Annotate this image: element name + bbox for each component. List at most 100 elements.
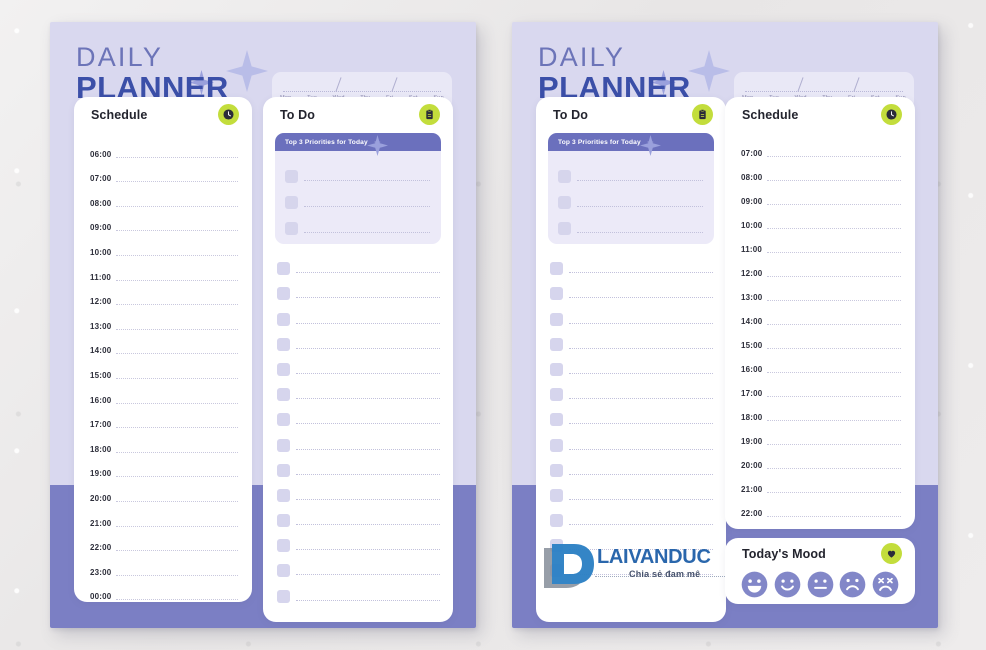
checkbox[interactable] <box>550 337 563 351</box>
schedule-row[interactable]: 16:00 <box>90 381 238 406</box>
schedule-write-line[interactable] <box>116 500 238 502</box>
schedule-write-line[interactable] <box>116 156 238 158</box>
schedule-write-line[interactable] <box>116 328 238 330</box>
schedule-row[interactable]: 07:00 <box>741 135 901 159</box>
schedule-write-line[interactable] <box>116 279 238 281</box>
checkbox[interactable] <box>277 438 290 452</box>
todo-item-row[interactable] <box>277 376 440 402</box>
schedule-row[interactable]: 14:00 <box>90 332 238 357</box>
write-line[interactable] <box>569 498 713 500</box>
schedule-write-line[interactable] <box>116 550 238 552</box>
todo-item-row[interactable] <box>550 502 713 528</box>
schedule-write-line[interactable] <box>767 420 901 421</box>
schedule-row[interactable]: 07:00 <box>90 160 238 185</box>
priority-row[interactable] <box>285 183 430 209</box>
schedule-write-line[interactable] <box>767 324 901 325</box>
todo-item-row[interactable] <box>277 452 440 477</box>
checkbox[interactable] <box>277 514 290 528</box>
write-line[interactable] <box>296 448 440 450</box>
todo-item-row[interactable] <box>550 275 713 301</box>
schedule-row[interactable]: 13:00 <box>741 279 901 303</box>
checkbox[interactable] <box>277 539 290 553</box>
schedule-row[interactable]: 14:00 <box>741 303 901 327</box>
write-line[interactable] <box>577 232 703 233</box>
schedule-write-line[interactable] <box>116 254 238 256</box>
schedule-write-line[interactable] <box>767 276 901 277</box>
schedule-row[interactable]: 09:00 <box>741 183 901 207</box>
todo-item-row[interactable] <box>277 426 440 452</box>
schedule-row[interactable]: 18:00 <box>741 399 901 423</box>
checkbox[interactable] <box>550 262 563 276</box>
schedule-row[interactable]: 12:00 <box>90 283 238 308</box>
clipboard-icon-badge[interactable] <box>692 104 713 125</box>
schedule-row[interactable]: 00:00 <box>90 578 238 602</box>
write-line[interactable] <box>569 423 713 425</box>
schedule-row[interactable]: 22:00 <box>741 495 901 519</box>
checkbox[interactable] <box>550 388 563 402</box>
checkbox[interactable] <box>550 488 563 502</box>
schedule-row[interactable]: 13:00 <box>90 307 238 332</box>
todo-item-row[interactable] <box>277 477 440 502</box>
schedule-row[interactable]: 20:00 <box>741 447 901 471</box>
schedule-write-line[interactable] <box>767 348 901 349</box>
schedule-row[interactable]: 17:00 <box>90 406 238 431</box>
schedule-write-line[interactable] <box>767 180 901 181</box>
write-line[interactable] <box>296 549 440 551</box>
schedule-row[interactable]: 18:00 <box>90 430 238 455</box>
checkbox[interactable] <box>277 312 290 326</box>
checkbox[interactable] <box>558 170 571 183</box>
mood-selector[interactable] <box>725 571 915 598</box>
write-line[interactable] <box>569 372 713 374</box>
todo-item-row[interactable] <box>550 300 713 326</box>
neutral-face-icon[interactable] <box>807 571 834 598</box>
schedule-row[interactable]: 15:00 <box>741 327 901 351</box>
write-line[interactable] <box>296 524 440 526</box>
schedule-write-line[interactable] <box>116 574 238 576</box>
todo-item-row[interactable] <box>277 577 440 603</box>
priority-row[interactable] <box>285 209 430 235</box>
checkbox[interactable] <box>277 488 290 502</box>
schedule-write-line[interactable] <box>767 468 901 469</box>
heart-icon-badge[interactable] <box>881 543 902 564</box>
checkbox[interactable] <box>277 262 290 276</box>
schedule-row[interactable]: 19:00 <box>741 423 901 447</box>
priority-row[interactable] <box>558 183 703 209</box>
schedule-write-line[interactable] <box>116 304 238 306</box>
write-line[interactable] <box>296 297 440 299</box>
schedule-row[interactable]: 11:00 <box>90 258 238 283</box>
schedule-row[interactable]: 19:00 <box>90 455 238 480</box>
schedule-write-line[interactable] <box>116 353 238 355</box>
clock-icon-badge[interactable] <box>881 104 902 125</box>
write-line[interactable] <box>296 347 440 349</box>
checkbox[interactable] <box>558 222 571 235</box>
schedule-row[interactable]: 21:00 <box>741 471 901 495</box>
checkbox[interactable] <box>277 564 290 578</box>
todo-item-row[interactable] <box>277 275 440 301</box>
checkbox[interactable] <box>558 196 571 209</box>
priority-row[interactable] <box>558 157 703 183</box>
write-line[interactable] <box>569 297 713 299</box>
schedule-write-line[interactable] <box>767 300 901 301</box>
todo-item-row[interactable] <box>550 452 713 477</box>
checkbox[interactable] <box>550 463 563 477</box>
schedule-row[interactable]: 06:00 <box>90 135 238 160</box>
todo-item-row[interactable] <box>277 552 440 578</box>
write-line[interactable] <box>304 206 430 207</box>
write-line[interactable] <box>577 180 703 181</box>
checkbox[interactable] <box>550 362 563 376</box>
schedule-write-line[interactable] <box>116 476 238 478</box>
checkbox[interactable] <box>550 438 563 452</box>
write-line[interactable] <box>569 473 713 475</box>
schedule-write-line[interactable] <box>116 181 238 183</box>
checkbox[interactable] <box>550 413 563 427</box>
sad-face-icon[interactable] <box>839 571 866 598</box>
schedule-write-line[interactable] <box>116 205 238 207</box>
schedule-write-line[interactable] <box>116 230 238 232</box>
schedule-row[interactable]: 08:00 <box>741 159 901 183</box>
schedule-row[interactable]: 10:00 <box>90 233 238 258</box>
todo-item-row[interactable] <box>277 326 440 351</box>
schedule-row[interactable]: 12:00 <box>741 255 901 279</box>
todo-item-row[interactable] <box>277 527 440 553</box>
schedule-write-line[interactable] <box>116 525 238 527</box>
checkbox[interactable] <box>277 589 290 603</box>
